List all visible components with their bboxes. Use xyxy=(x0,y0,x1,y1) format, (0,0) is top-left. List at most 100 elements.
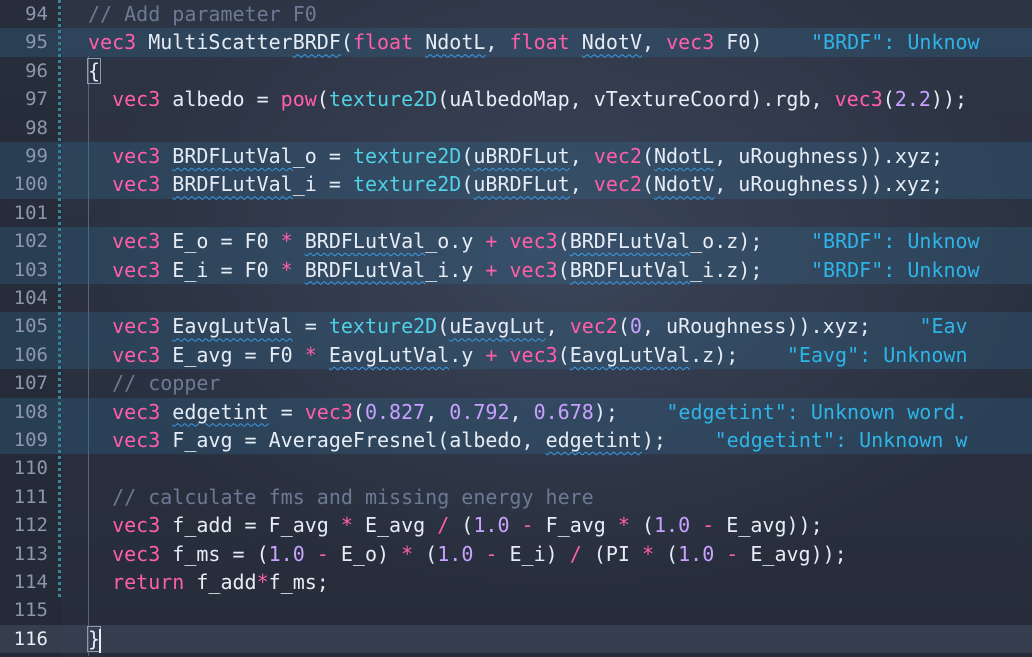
code-line[interactable]: 102 vec3 E_o = F0 * BRDFLutVal_o.y + vec… xyxy=(0,227,1032,256)
code-line[interactable]: 113 vec3 f_ms = (1.0 - E_o) * (1.0 - E_i… xyxy=(0,540,1032,568)
code-token: vec3 xyxy=(88,229,161,254)
code-token: ( xyxy=(654,541,679,566)
code-token: return xyxy=(88,570,185,594)
spell-check-hint: "edgetint": Unknown w xyxy=(714,428,968,452)
code-token: float xyxy=(352,30,414,55)
code-token: _i = xyxy=(292,172,353,197)
code-line[interactable]: 103 vec3 E_i = F0 * BRDFLutVal_i.y + vec… xyxy=(0,255,1032,284)
code-token: * xyxy=(340,513,353,538)
code-line[interactable]: 116} xyxy=(0,624,1032,654)
code-line[interactable]: 95 vec3 MultiScatterBRDF(float NdotL, flo… xyxy=(0,28,1032,57)
code-line[interactable]: 109 vec3 F_avg = AverageFresnel(albedo, … xyxy=(0,426,1032,455)
code-token: texture2D xyxy=(328,314,438,339)
code-text: vec3 E_i = F0 * BRDFLutVal_i.y + vec3(BR… xyxy=(88,256,762,284)
misspelled-token: uBRDFLut xyxy=(473,172,570,197)
line-number: 113 xyxy=(13,542,48,565)
code-text: vec3 MultiScatterBRDF(float NdotL, float… xyxy=(88,28,762,56)
code-line[interactable]: 115 xyxy=(0,596,1032,624)
line-number: 110 xyxy=(13,457,48,480)
line-number: 103 xyxy=(13,258,48,281)
code-token: , xyxy=(569,144,594,168)
code-token: ( xyxy=(557,229,570,254)
code-token: 0 xyxy=(629,314,642,339)
misspelled-token: NdotV xyxy=(654,172,715,197)
code-line[interactable]: 114 return f_add*f_ms; xyxy=(0,568,1032,596)
code-token: * xyxy=(280,257,293,282)
code-text: // copper xyxy=(88,369,220,397)
code-token: vec3 xyxy=(88,513,161,538)
code-token: ); xyxy=(593,399,618,424)
code-line[interactable]: 96 { xyxy=(0,57,1032,85)
line-number: 108 xyxy=(13,400,48,423)
code-token: E_avg xyxy=(352,513,438,538)
code-token: * xyxy=(617,513,630,538)
code-token: // Add parameter F0 xyxy=(88,2,317,26)
code-token: vec3 xyxy=(666,30,715,55)
code-token: , xyxy=(569,172,594,197)
code-line[interactable]: 101 xyxy=(0,199,1032,227)
code-line[interactable]: 107 // copper xyxy=(0,369,1032,397)
misspelled-token: BRDFLutVal xyxy=(304,257,426,282)
code-token: * xyxy=(641,541,655,566)
code-line[interactable]: 106 vec3 E_avg = F0 * EavgLutVal.y + vec… xyxy=(0,340,1032,370)
code-line[interactable]: 105 vec3 EavgLutVal = texture2D(uEavgLut… xyxy=(0,312,1032,341)
code-token: _i.y xyxy=(425,257,486,282)
code-token: ( xyxy=(882,87,895,112)
code-token: * xyxy=(256,570,269,594)
code-token: f_ms = ( xyxy=(160,541,269,566)
code-token: .y xyxy=(449,342,486,367)
misspelled-token: EavgLutVal xyxy=(172,314,293,339)
code-token: , uRoughness)).xyz; xyxy=(641,314,871,339)
line-number: 116 xyxy=(13,627,48,650)
misspelled-token: BRDF xyxy=(292,30,341,55)
code-token: + xyxy=(485,229,498,254)
code-line[interactable]: 108 vec3 edgetint = vec3(0.827, 0.792, 0… xyxy=(0,397,1032,426)
code-token: 1.0 xyxy=(678,541,715,566)
code-line[interactable]: 99 vec3 BRDFLutVal_o = texture2D(uBRDFLu… xyxy=(0,142,1032,171)
code-token: E_avg)); xyxy=(714,513,823,538)
line-number: 101 xyxy=(13,201,48,224)
code-text: vec3 f_ms = (1.0 - E_o) * (1.0 - E_i) / … xyxy=(88,540,847,568)
spell-check-hint: "BRDF": Unknow xyxy=(811,229,980,254)
code-text: // calculate fms and missing energy here xyxy=(88,483,594,511)
misspelled-token: BRDFLutVal xyxy=(304,229,426,254)
code-token: f_add xyxy=(184,570,257,594)
code-token: texture2D xyxy=(328,87,438,112)
misspelled-token: NdotL xyxy=(654,144,715,168)
line-number: 109 xyxy=(13,429,48,451)
code-editor[interactable]: 94 // Add parameter F0 95 vec3 MultiScatter… xyxy=(0,0,1032,657)
misspelled-token: edgetint xyxy=(545,428,642,452)
code-line[interactable]: 111 // calculate fms and missing energy … xyxy=(0,483,1032,511)
code-token: , xyxy=(509,399,534,424)
misspelled-token: BRDFLutVal xyxy=(569,257,691,282)
code-token: ( xyxy=(629,513,655,538)
misspelled-token: edgetint xyxy=(172,399,269,424)
code-token: , xyxy=(642,30,667,55)
code-token: ( xyxy=(461,172,474,197)
code-token: vec3 xyxy=(834,87,883,112)
code-token: 1.0 xyxy=(268,541,305,566)
code-line[interactable]: 104 xyxy=(0,284,1032,312)
code-token: float xyxy=(509,30,570,55)
code-token: = xyxy=(268,399,305,424)
code-line[interactable]: 98 xyxy=(0,114,1032,142)
code-token: vec3 xyxy=(88,257,161,282)
code-line[interactable]: 94 // Add parameter F0 xyxy=(0,0,1032,28)
code-line[interactable]: 112 vec3 f_add = F_avg * E_avg / (1.0 - … xyxy=(0,511,1032,539)
code-token: = xyxy=(292,314,329,339)
code-text: { xyxy=(86,57,102,85)
code-line[interactable]: 110 xyxy=(0,454,1032,482)
misspelled-token: uBRDFLut xyxy=(473,144,570,168)
code-token: vec3 xyxy=(88,541,161,566)
spell-check-hint: "Eav xyxy=(919,314,968,339)
code-line[interactable]: 100 vec3 BRDFLutVal_i = texture2D(uBRDFL… xyxy=(0,170,1032,199)
code-line[interactable]: 97 vec3 albedo = pow(texture2D(uAlbedoMa… xyxy=(0,85,1032,113)
code-token: E_o) xyxy=(328,541,402,566)
code-text: vec3 BRDFLutVal_o = texture2D(uBRDFLut, … xyxy=(88,142,943,170)
